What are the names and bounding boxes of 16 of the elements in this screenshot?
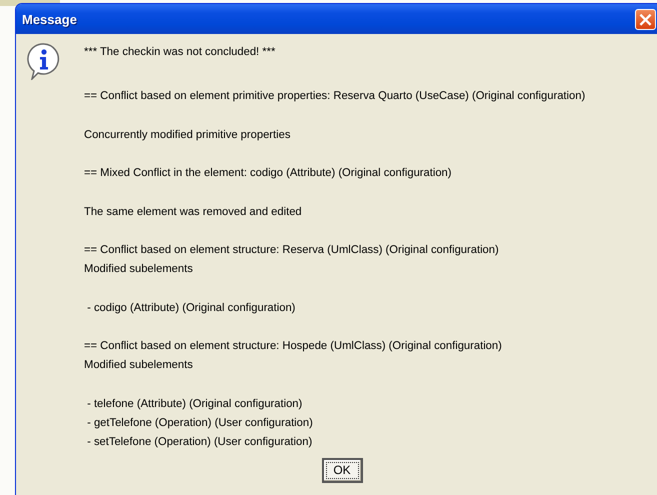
information-icon bbox=[26, 42, 62, 80]
message-text: The same element was removed and edited bbox=[84, 204, 303, 220]
message-text: Modified subelements bbox=[84, 358, 194, 373]
message-text: == Conflict based on element structure: Hospede (UmlClass) (Original configuration) bbox=[84, 339, 503, 354]
message-text: == Mixed Conflict in the element: codigo (Attribute) (Original configuration) bbox=[84, 166, 452, 181]
message-text: == Conflict based on element structure: Reserva (UmlClass) (Original configuration) bbox=[84, 243, 500, 258]
message-text: == Conflict based on element primitive properties: Reserva Quarto (UseCase) (Original configuration) bbox=[84, 89, 586, 104]
message-text: - codigo (Attribute) (Original configuration) bbox=[86, 300, 296, 316]
message-text: - getTelefone (Operation) (User configuration) bbox=[86, 416, 314, 430]
message-text: Concurrently modified primitive properties bbox=[84, 128, 292, 142]
window-title: Message bbox=[21, 12, 78, 26]
message-text: - telefone (Attribute) (Original configuration) bbox=[86, 396, 304, 412]
message-text: Modified subelements bbox=[84, 262, 194, 277]
message-text: *** The checkin was not concluded! *** bbox=[84, 45, 276, 60]
ok-button[interactable]: OK bbox=[322, 458, 362, 482]
message-text: - setTelefone (Operation) (User configuration) bbox=[86, 434, 314, 450]
